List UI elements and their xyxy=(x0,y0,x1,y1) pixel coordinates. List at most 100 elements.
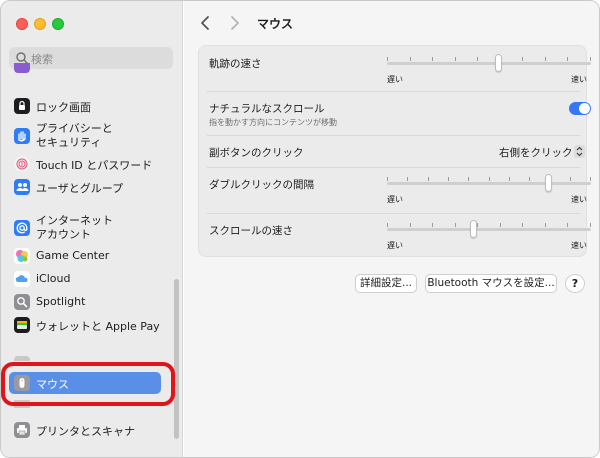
slider-tick xyxy=(410,223,411,227)
slider-tick xyxy=(570,177,571,181)
scroll-speed-label: スクロールの速さ xyxy=(209,225,293,237)
slider-tick xyxy=(455,57,456,61)
sidebar-item-printers[interactable]: プリンタとスキャナ xyxy=(9,419,161,441)
partial-icon xyxy=(14,63,30,73)
slider-tick xyxy=(448,177,449,181)
sidebar-item-icloud[interactable]: iCloud xyxy=(9,268,161,290)
tracking-speed-row: 軌跡の速さ 遅い 速い xyxy=(199,46,591,91)
scroll-speed-slider[interactable] xyxy=(387,220,591,238)
highlight-ring xyxy=(1,362,175,406)
users-icon xyxy=(14,179,30,195)
sidebar-item-internet-accounts[interactable]: インターネット アカウント xyxy=(9,214,161,241)
secondary-click-row: 副ボタンのクリック 右側をクリック xyxy=(199,136,588,167)
slider-tick xyxy=(545,223,546,227)
slider-max-label: 速い xyxy=(571,195,587,204)
slider-track xyxy=(387,228,591,231)
slider-tick xyxy=(545,57,546,61)
slider-tick xyxy=(387,57,388,61)
sidebar-scrollbar[interactable] xyxy=(174,279,179,439)
sidebar-item-touch-id[interactable]: Touch ID とパスワード xyxy=(9,153,161,175)
sidebar-item-label: Spotlight xyxy=(36,295,86,308)
natural-scroll-sublabel: 指を動かす方向にコンテンツが移動 xyxy=(209,118,337,127)
slider-tick xyxy=(432,57,433,61)
slider-tick xyxy=(590,177,591,181)
sidebar-item-label: ロック画面 xyxy=(36,101,91,114)
sidebar-item-partial[interactable] xyxy=(9,353,161,361)
cloud-icon xyxy=(14,271,30,287)
tracking-speed-label: 軌跡の速さ xyxy=(209,58,262,70)
fingerprint-icon xyxy=(14,156,30,172)
mouse-settings-panel: 軌跡の速さ 遅い 速い ナチュラルなスクロール 指を動かす方向にコンテンツが移動… xyxy=(198,45,591,258)
help-button[interactable]: ? xyxy=(565,274,585,293)
slider-tick xyxy=(522,57,523,61)
magnifier-icon xyxy=(14,294,30,310)
slider-tick xyxy=(477,223,478,227)
natural-scroll-toggle[interactable] xyxy=(569,102,591,115)
slider-tick xyxy=(387,177,388,181)
main-pane: マウス 軌跡の速さ 遅い 速い ナチュラルなスクロール 指を動かす方向にコンテン… xyxy=(184,1,599,457)
slider-tick xyxy=(590,223,591,227)
zoom-window-button[interactable] xyxy=(52,18,64,30)
slider-knob[interactable] xyxy=(495,54,502,72)
slider-tick xyxy=(432,223,433,227)
sidebar-item-game-center[interactable]: Game Center xyxy=(9,245,161,267)
sidebar-item-partial[interactable] xyxy=(9,63,161,77)
advanced-button[interactable]: 詳細設定... xyxy=(355,274,417,293)
sidebar-item-label: Touch ID とパスワード xyxy=(36,159,153,172)
wallet-icon xyxy=(14,317,30,333)
slider-track xyxy=(387,182,591,185)
double-click-slider[interactable] xyxy=(387,174,591,192)
slider-knob[interactable] xyxy=(470,220,477,238)
close-window-button[interactable] xyxy=(16,18,28,30)
settings-window: 検索 ロック画面 プライバシーと セキュリティ Touch ID とパスワード … xyxy=(0,0,600,458)
slider-min-label: 遅い xyxy=(387,75,403,84)
slider-tick xyxy=(468,177,469,181)
game-center-icon xyxy=(14,248,30,264)
secondary-click-label: 副ボタンのクリック xyxy=(209,147,304,159)
sidebar-item-label: Game Center xyxy=(36,249,110,262)
slider-min-label: 遅い xyxy=(387,241,403,250)
secondary-click-popup[interactable]: 右側をクリック xyxy=(499,145,573,160)
back-icon[interactable] xyxy=(198,14,214,32)
sidebar-item-wallet[interactable]: ウォレットと Apple Pay xyxy=(9,314,161,336)
chevron-updown-icon[interactable] xyxy=(574,145,585,158)
sidebar: 検索 ロック画面 プライバシーと セキュリティ Touch ID とパスワード … xyxy=(1,1,183,457)
slider-max-label: 速い xyxy=(571,75,587,84)
bluetooth-mouse-setup-button[interactable]: Bluetooth マウスを設定... xyxy=(425,274,557,293)
at-icon xyxy=(14,220,30,236)
scroll-speed-row: スクロールの速さ 遅い 速い xyxy=(199,214,591,258)
natural-scroll-row: ナチュラルなスクロール 指を動かす方向にコンテンツが移動 xyxy=(199,92,591,135)
sidebar-item-label: ウォレットと Apple Pay xyxy=(36,320,160,333)
sidebar-item-label: ユーザとグループ xyxy=(36,182,124,195)
slider-knob[interactable] xyxy=(545,174,552,192)
partial-icon xyxy=(14,356,30,361)
slider-tick xyxy=(567,223,568,227)
tracking-speed-slider[interactable] xyxy=(387,54,591,72)
double-click-row: ダブルクリックの間隔 遅い 速い xyxy=(199,168,591,213)
slider-track xyxy=(387,62,591,65)
sidebar-item-label: プライバシーと セキュリティ xyxy=(36,122,113,149)
sidebar-item-users[interactable]: ユーザとグループ xyxy=(9,176,161,198)
slider-tick xyxy=(489,177,490,181)
page-title: マウス xyxy=(257,17,294,31)
printer-icon xyxy=(14,422,30,438)
hand-icon xyxy=(14,128,30,144)
sidebar-item-privacy[interactable]: プライバシーと セキュリティ xyxy=(9,122,161,149)
lock-icon xyxy=(14,98,30,114)
double-click-label: ダブルクリックの間隔 xyxy=(209,179,314,191)
sidebar-item-label: iCloud xyxy=(36,272,71,285)
slider-tick xyxy=(477,57,478,61)
sidebar-item-lock-screen[interactable]: ロック画面 xyxy=(9,95,161,117)
sidebar-item-spotlight[interactable]: Spotlight xyxy=(9,291,161,313)
slider-tick xyxy=(500,223,501,227)
slider-tick xyxy=(522,223,523,227)
slider-max-label: 速い xyxy=(571,241,587,250)
slider-tick xyxy=(410,57,411,61)
sidebar-item-label: プリンタとスキャナ xyxy=(36,425,135,438)
slider-tick xyxy=(567,57,568,61)
slider-tick xyxy=(407,177,408,181)
forward-icon[interactable] xyxy=(226,14,242,32)
slider-tick xyxy=(529,177,530,181)
slider-min-label: 遅い xyxy=(387,195,403,204)
minimize-window-button[interactable] xyxy=(34,18,46,30)
